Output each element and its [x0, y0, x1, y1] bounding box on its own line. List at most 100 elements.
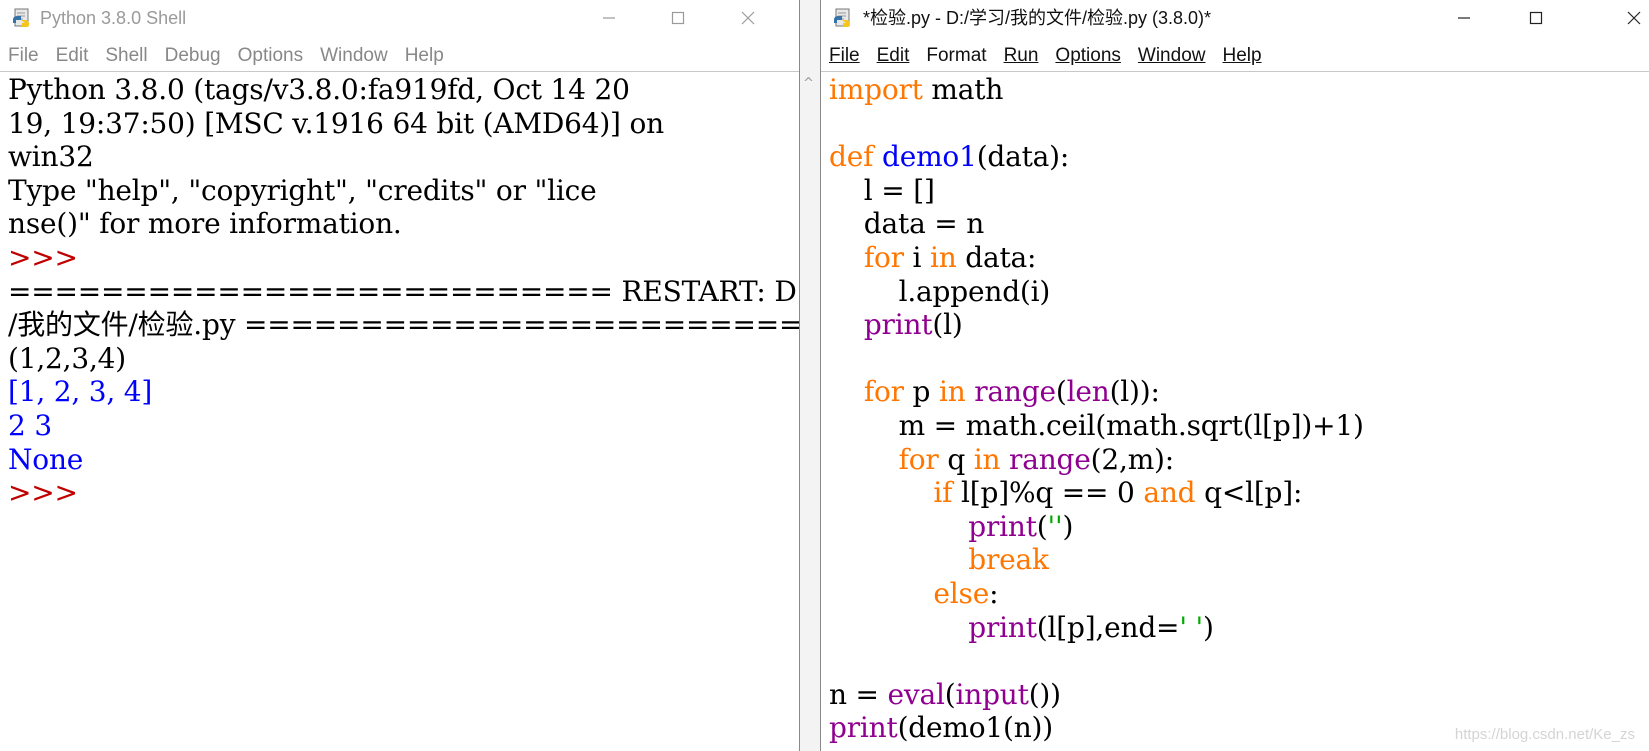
menu-file[interactable]: File: [821, 44, 869, 68]
maximize-icon: [1529, 11, 1543, 25]
close-icon: [741, 11, 755, 25]
code-line: for q in range(2,m):: [829, 443, 1649, 477]
code-token: (l[p],end=: [1036, 610, 1180, 644]
code-line: print(l): [829, 308, 1649, 342]
close-icon: [1627, 11, 1641, 25]
code-token: (data):: [976, 140, 1070, 174]
code-line: for p in range(len(l)):: [829, 375, 1649, 409]
code-token: ): [1203, 610, 1214, 644]
window-gap: ^: [800, 0, 820, 751]
editor-code-area[interactable]: import math def demo1(data): l = [] data…: [821, 73, 1649, 751]
code-token: (: [944, 677, 956, 711]
minimize-button[interactable]: [1441, 0, 1487, 36]
editor-titlebar[interactable]: *检验.py - D:/学习/我的文件/检验.py (3.8.0)*: [821, 0, 1649, 36]
maximize-button[interactable]: [1513, 0, 1559, 36]
editor-window: *检验.py - D:/学习/我的文件/检验.py (3.8.0)* File …: [820, 0, 1649, 751]
code-token: i: [903, 240, 930, 274]
python-idle-icon: [13, 8, 29, 27]
code-line: n = eval(input()): [829, 678, 1649, 712]
code-token: else: [933, 576, 990, 610]
close-button[interactable]: [725, 0, 771, 36]
close-button[interactable]: [1611, 0, 1649, 36]
menu-format[interactable]: Format: [918, 44, 995, 68]
menu-run[interactable]: Run: [996, 44, 1048, 68]
maximize-icon: [671, 11, 685, 25]
python-file-icon: [834, 8, 850, 27]
code-line: print(''): [829, 510, 1649, 544]
minimize-button[interactable]: [586, 0, 632, 36]
editor-menubar: File Edit Format Run Options Window Help: [821, 40, 1649, 72]
code-token: in: [938, 375, 966, 409]
code-token: l.append(i): [889, 274, 1051, 308]
shell-prompt: >>>: [8, 240, 87, 274]
minimize-icon: [603, 17, 615, 19]
menu-options[interactable]: Options: [1047, 44, 1129, 68]
menu-options[interactable]: Options: [230, 44, 312, 68]
code-token: (demo1(n)): [897, 711, 1054, 745]
shell-titlebar[interactable]: Python 3.8.0 Shell: [0, 0, 799, 36]
banner-line: Type "help", "copyright", "credits" or "…: [8, 173, 597, 207]
code-token: (: [1055, 375, 1067, 409]
code-token: ): [1062, 509, 1074, 543]
editor-title: *检验.py - D:/学习/我的文件/检验.py (3.8.0)*: [863, 8, 1212, 28]
code-token: p: [903, 375, 939, 409]
output-line: 2 3: [8, 408, 52, 442]
menu-window[interactable]: Window: [312, 44, 397, 68]
output-line: None: [8, 442, 84, 476]
code-line: data = n: [829, 207, 1649, 241]
menu-shell[interactable]: Shell: [97, 44, 156, 68]
code-token: :: [989, 576, 999, 610]
shell-output-area[interactable]: Python 3.8.0 (tags/v3.8.0:fa919fd, Oct 1…: [0, 73, 799, 751]
code-line: if l[p]%q == 0 and q<l[p]:: [829, 476, 1649, 510]
menu-help[interactable]: Help: [1214, 44, 1270, 68]
banner-line: nse()" for more information.: [8, 207, 402, 241]
code-token: ()): [1028, 677, 1061, 711]
banner-line: 19, 19:37:50) [MSC v.1916 64 bit (AMD64)…: [8, 106, 664, 140]
menu-help[interactable]: Help: [397, 44, 453, 68]
code-token: in: [973, 442, 1001, 476]
code-token: range: [1009, 442, 1091, 476]
code-token: import: [829, 73, 923, 106]
menu-edit[interactable]: Edit: [48, 44, 98, 68]
code-token: break: [968, 543, 1049, 577]
code-token: l = []: [855, 173, 935, 207]
menu-window[interactable]: Window: [1130, 44, 1215, 68]
code-line: else:: [829, 577, 1649, 611]
code-line: l.append(i): [829, 275, 1649, 309]
code-token: (2,m):: [1090, 442, 1175, 476]
code-token: demo1: [881, 140, 977, 174]
shell-prompt[interactable]: >>>: [8, 476, 799, 510]
code-token: '': [1047, 509, 1063, 543]
code-token: q: [938, 442, 974, 476]
code-token: ' ': [1179, 610, 1204, 644]
maximize-button[interactable]: [655, 0, 701, 36]
code-token: print: [968, 509, 1037, 543]
code-line: for i in data:: [829, 241, 1649, 275]
code-line: import math: [829, 73, 1649, 107]
code-token: for: [863, 240, 904, 274]
code-line: break: [829, 543, 1649, 577]
code-token: if: [933, 476, 953, 510]
code-token: q<l[p]:: [1195, 476, 1303, 510]
restart-line: /我的文件/检验.py ==========================: [8, 308, 800, 342]
banner-line: win32: [8, 140, 94, 174]
code-token: eval: [887, 677, 945, 711]
code-token: (: [1036, 509, 1048, 543]
scroll-up-arrow-icon[interactable]: ^: [803, 76, 814, 91]
code-line: l = []: [829, 174, 1649, 208]
code-line: m = math.ceil(math.sqrt(l[p])+1): [829, 409, 1649, 443]
code-token: print: [829, 711, 898, 745]
menu-edit[interactable]: Edit: [869, 44, 919, 68]
menu-debug[interactable]: Debug: [157, 44, 230, 68]
code-token: input: [955, 677, 1029, 711]
code-token: and: [1143, 476, 1196, 510]
output-line: [1, 2, 3, 4]: [8, 375, 153, 409]
shell-title: Python 3.8.0 Shell: [40, 8, 187, 28]
menu-file[interactable]: File: [0, 44, 48, 68]
code-line: print(l[p],end=' '): [829, 611, 1649, 645]
code-token: range: [974, 375, 1056, 409]
